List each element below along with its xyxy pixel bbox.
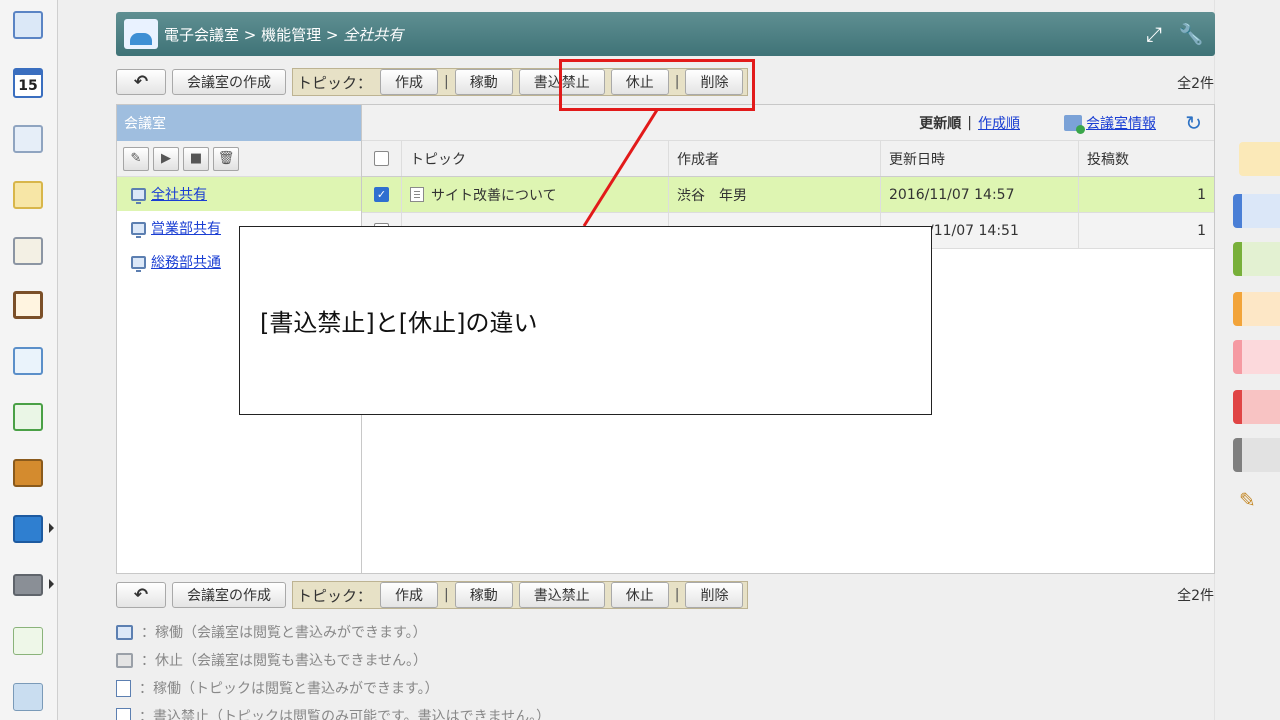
callout-text: [書込禁止]と[休止]の違い: [260, 309, 538, 337]
callout-box: [書込禁止]と[休止]の違い: [239, 226, 932, 415]
callout-pointer: [582, 109, 659, 227]
